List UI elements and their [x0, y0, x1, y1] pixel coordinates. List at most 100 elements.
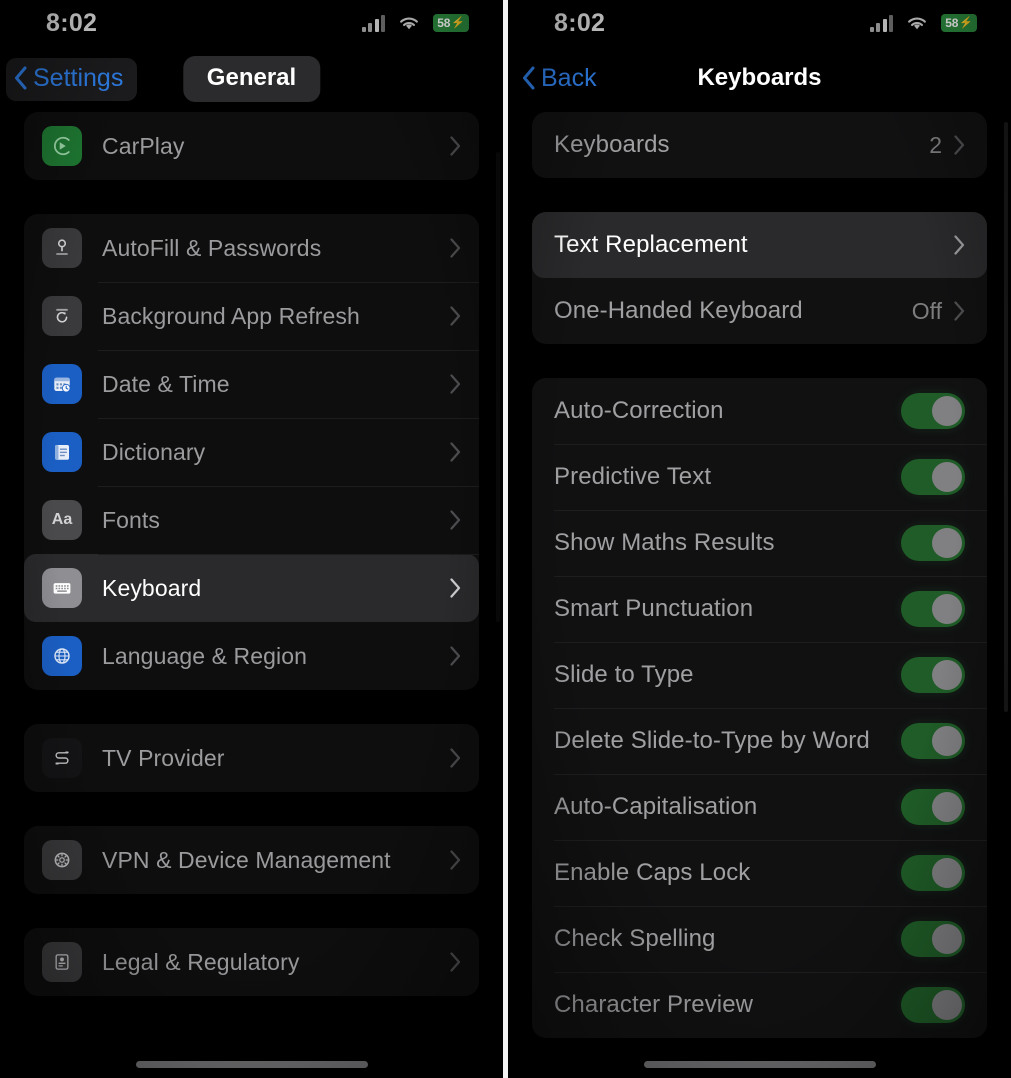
- chevron-left-icon: [15, 66, 27, 90]
- row-value: 2: [929, 131, 942, 158]
- scrollbar-left[interactable]: [496, 152, 500, 622]
- back-button[interactable]: Back: [514, 58, 611, 101]
- toggle-row-show-maths-results[interactable]: Show Maths Results: [532, 510, 987, 576]
- settings-row-legal-regulatory[interactable]: Legal & Regulatory: [24, 928, 479, 996]
- toggle-row-check-spelling[interactable]: Check Spelling: [532, 906, 987, 972]
- status-bar-time: 8:02: [46, 8, 98, 37]
- keyboards-row-one-handed-keyboard[interactable]: One-Handed Keyboard Off: [532, 278, 987, 344]
- toggle-row-auto-capitalisation[interactable]: Auto-Capitalisation: [532, 774, 987, 840]
- row-label: Enable Caps Lock: [554, 859, 751, 886]
- settings-group-3: TV Provider: [24, 724, 479, 792]
- back-button-settings[interactable]: Settings: [6, 57, 138, 101]
- row-label: Auto-Correction: [554, 397, 724, 424]
- row-label: Predictive Text: [554, 463, 712, 490]
- settings-group-1: CarPlay: [24, 112, 479, 180]
- settings-list-left[interactable]: CarPlay AutoFill & Passwords Background …: [0, 112, 503, 1078]
- toggle-row-delete-slide-to-type-by-word[interactable]: Delete Slide-to-Type by Word: [532, 708, 987, 774]
- toggle-check-spelling[interactable]: [901, 921, 965, 957]
- toggle-show-maths-results[interactable]: [901, 525, 965, 561]
- settings-row-dictionary[interactable]: Dictionary: [24, 418, 479, 486]
- book-icon: [42, 432, 82, 472]
- scrollbar-right[interactable]: [1004, 122, 1008, 712]
- toggle-knob: [932, 660, 962, 690]
- settings-group-4: VPN & Device Management: [24, 826, 479, 894]
- back-button-label: Settings: [33, 63, 124, 92]
- toggle-row-enable-caps-lock[interactable]: Enable Caps Lock: [532, 840, 987, 906]
- right-phone-screen: 8:02 58 ⚡ Back Keyboards Keyboards 2 Tex…: [508, 0, 1011, 1078]
- chevron-right-icon: [450, 374, 461, 394]
- chevron-left-icon: [523, 66, 535, 90]
- cellular-signal-icon: [361, 14, 385, 32]
- row-value: Off: [911, 297, 942, 324]
- settings-row-carplay[interactable]: CarPlay: [24, 112, 479, 180]
- chevron-right-icon: [954, 135, 965, 155]
- fonts-aa-icon: Aa: [42, 500, 82, 540]
- settings-row-label: Language & Region: [102, 642, 308, 669]
- chevron-right-icon: [450, 306, 461, 326]
- wifi-icon: [398, 15, 420, 32]
- settings-row-label: AutoFill & Passwords: [102, 234, 322, 261]
- toggle-slide-to-type[interactable]: [901, 657, 965, 693]
- settings-row-keyboard[interactable]: Keyboard: [24, 554, 479, 622]
- toggle-row-predictive-text[interactable]: Predictive Text: [532, 444, 987, 510]
- row-label: Check Spelling: [554, 925, 716, 952]
- charging-bolt-icon: ⚡: [451, 16, 465, 29]
- chevron-right-icon: [450, 952, 461, 972]
- settings-row-date-time[interactable]: Date & Time: [24, 350, 479, 418]
- keyboards-group-3: Auto-Correction Predictive Text Show Mat…: [532, 378, 987, 1038]
- keyboards-row-text-replacement[interactable]: Text Replacement: [532, 212, 987, 278]
- chevron-right-icon: [450, 136, 461, 156]
- globe-icon: [42, 636, 82, 676]
- toggle-row-character-preview[interactable]: Character Preview: [532, 972, 987, 1038]
- battery-indicator: 58 ⚡: [433, 14, 469, 32]
- home-indicator-right: [643, 1061, 876, 1068]
- settings-row-fonts[interactable]: Aa Fonts: [24, 486, 479, 554]
- toggle-knob: [932, 396, 962, 426]
- settings-group-5: Legal & Regulatory: [24, 928, 479, 996]
- toggle-row-slide-to-type[interactable]: Slide to Type: [532, 642, 987, 708]
- status-bar-left: 8:02 58 ⚡: [0, 0, 503, 46]
- status-bar-indicators: 58 ⚡: [869, 14, 977, 32]
- chevron-right-icon: [954, 235, 965, 255]
- toggle-delete-slide-to-type-by-word[interactable]: [901, 723, 965, 759]
- settings-row-background-app-refresh[interactable]: Background App Refresh: [24, 282, 479, 350]
- keyboards-list[interactable]: Keyboards 2 Text Replacement One-Handed …: [508, 112, 1011, 1078]
- keyboards-row-keyboards[interactable]: Keyboards 2: [532, 112, 987, 178]
- toggle-enable-caps-lock[interactable]: [901, 855, 965, 891]
- chevron-right-icon: [450, 510, 461, 530]
- settings-row-label: Legal & Regulatory: [102, 948, 300, 975]
- settings-row-label: Keyboard: [102, 574, 202, 601]
- row-label: Text Replacement: [554, 231, 748, 258]
- row-label: Slide to Type: [554, 661, 694, 688]
- chevron-right-icon: [450, 850, 461, 870]
- settings-row-autofill-passwords[interactable]: AutoFill & Passwords: [24, 214, 479, 282]
- chevron-right-icon: [450, 442, 461, 462]
- settings-row-tv-provider[interactable]: TV Provider: [24, 724, 479, 792]
- keyboards-group-1: Keyboards 2: [532, 112, 987, 178]
- page-title-left: General: [182, 56, 321, 102]
- toggle-predictive-text[interactable]: [901, 459, 965, 495]
- calendar-clock-icon: [42, 364, 82, 404]
- row-label: Keyboards: [554, 131, 670, 158]
- settings-row-vpn-device-management[interactable]: VPN & Device Management: [24, 826, 479, 894]
- settings-row-language-region[interactable]: Language & Region: [24, 622, 479, 690]
- toggle-smart-punctuation[interactable]: [901, 591, 965, 627]
- settings-row-label: CarPlay: [102, 132, 185, 159]
- toggle-auto-correction[interactable]: [901, 393, 965, 429]
- status-bar-time: 8:02: [554, 8, 606, 37]
- keyboard-icon: [42, 568, 82, 608]
- toggle-auto-capitalisation[interactable]: [901, 789, 965, 825]
- toggle-knob: [932, 462, 962, 492]
- toggle-row-auto-correction[interactable]: Auto-Correction: [532, 378, 987, 444]
- keyboards-group-2: Text Replacement One-Handed Keyboard Off: [532, 212, 987, 344]
- settings-row-label: TV Provider: [102, 744, 225, 771]
- battery-percent: 58: [945, 16, 959, 30]
- chevron-right-icon: [450, 578, 461, 598]
- row-label: Delete Slide-to-Type by Word: [554, 727, 870, 754]
- toggle-row-smart-punctuation[interactable]: Smart Punctuation: [532, 576, 987, 642]
- toggle-character-preview[interactable]: [901, 987, 965, 1023]
